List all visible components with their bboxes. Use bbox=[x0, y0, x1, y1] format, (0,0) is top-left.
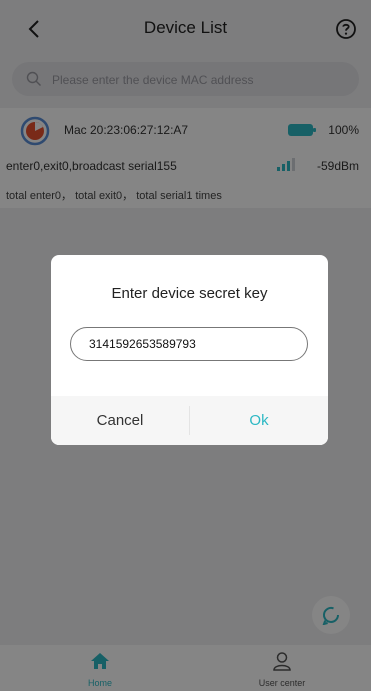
dialog-title: Enter device secret key bbox=[111, 285, 268, 302]
ok-button[interactable]: Ok bbox=[190, 396, 328, 445]
dialog-actions: Cancel Ok bbox=[51, 396, 328, 445]
secret-key-input[interactable] bbox=[70, 327, 308, 361]
cancel-button[interactable]: Cancel bbox=[51, 396, 189, 445]
secret-key-dialog: Enter device secret key Cancel Ok bbox=[51, 255, 328, 445]
app-screen: Device List Mac 20:23:06:27:12:A7 bbox=[0, 0, 371, 691]
